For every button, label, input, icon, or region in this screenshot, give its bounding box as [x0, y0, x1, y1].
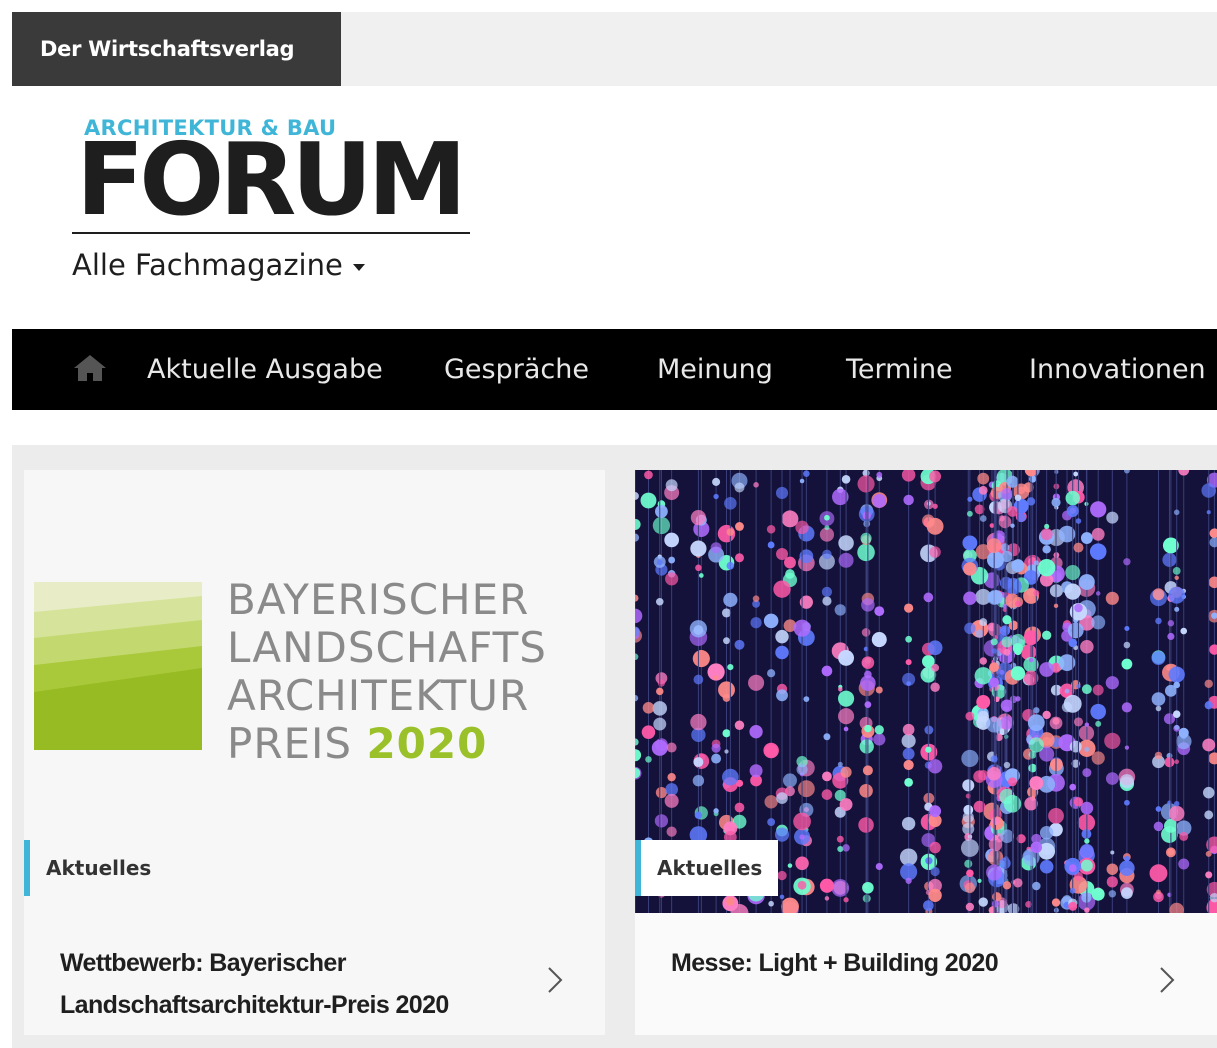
category-tag[interactable]: Aktuelles	[635, 840, 779, 896]
nav-item-gespraeche[interactable]: Gespräche	[444, 329, 589, 410]
article-card[interactable]: BAYERISCHER LANDSCHAFTS ARCHITEKTUR PREI…	[24, 470, 605, 1035]
award-wordmark: BAYERISCHER LANDSCHAFTS ARCHITEKTUR PREI…	[227, 575, 547, 768]
nav-item-meinung[interactable]: Meinung	[657, 329, 773, 410]
main-nav: Aktuelle Ausgabe Gespräche Meinung Termi…	[12, 329, 1217, 410]
article-title[interactable]: Wettbewerb: Bayerischer Landschaftsarchi…	[60, 942, 530, 1026]
content-area: BAYERISCHER LANDSCHAFTS ARCHITEKTUR PREI…	[12, 445, 1217, 1048]
article-card[interactable]: Aktuelles Messe: Light + Building 2020	[635, 470, 1217, 1035]
logo-title[interactable]: FORUM	[76, 130, 467, 230]
site-header: ARCHITEKTUR & BAU FORUM Alle Fachmagazin…	[12, 86, 1217, 329]
magazines-dropdown[interactable]: Alle Fachmagazine	[72, 248, 365, 282]
category-tag[interactable]: Aktuelles	[24, 840, 167, 896]
home-icon[interactable]	[72, 353, 108, 383]
chevron-right-icon[interactable]	[1155, 962, 1179, 998]
magazines-label: Alle Fachmagazine	[72, 248, 343, 282]
top-bar: Der Wirtschaftsverlag	[12, 12, 1217, 86]
publisher-link[interactable]: Der Wirtschaftsverlag	[12, 12, 341, 86]
nav-item-innovationen[interactable]: Innovationen	[1029, 329, 1206, 410]
logo-divider	[72, 232, 470, 234]
nav-item-termine[interactable]: Termine	[846, 329, 953, 410]
chevron-right-icon[interactable]	[543, 962, 567, 998]
article-title[interactable]: Messe: Light + Building 2020	[671, 942, 1141, 984]
nav-item-aktuelle-ausgabe[interactable]: Aktuelle Ausgabe	[147, 329, 383, 410]
caret-down-icon	[352, 263, 365, 271]
